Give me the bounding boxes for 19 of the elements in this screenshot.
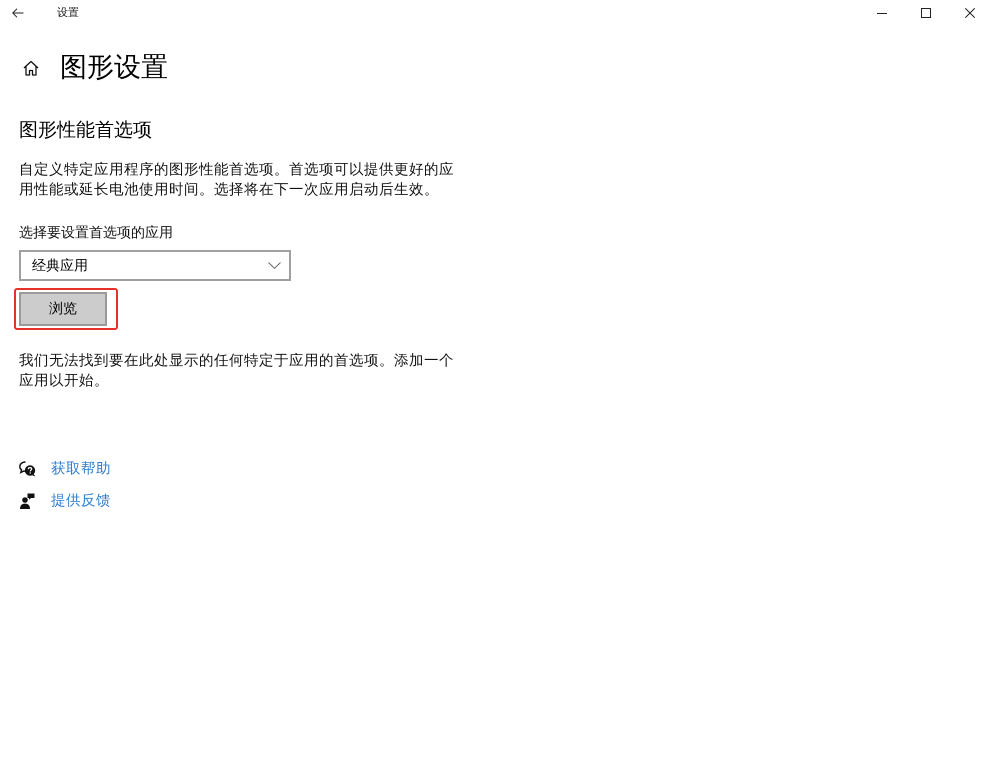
dropdown-value: 经典应用 [32, 256, 88, 274]
maximize-icon [921, 8, 931, 18]
close-icon [965, 8, 975, 18]
feedback-person-icon [19, 493, 36, 509]
chevron-down-icon [268, 262, 281, 269]
help-chat-icon [19, 461, 36, 477]
section-heading: 图形性能首选项 [19, 118, 152, 143]
browse-button[interactable]: 浏览 [19, 292, 107, 326]
minimize-icon [877, 12, 887, 14]
link[interactable]: 获取帮助 [51, 459, 111, 479]
link[interactable]: 提供反馈 [51, 491, 111, 511]
window-title: 设置 [57, 6, 79, 20]
empty-message: 我们无法找到要在此处显示的任何特定于应用的首选项。添加一个应用以开始。 [19, 351, 455, 391]
description-text: 自定义特定应用程序的图形性能首选项。首选项可以提供更好的应用性能或延长电池使用时间。选择将在下一次应用启动后生效。 [19, 160, 455, 200]
select-label: 选择要设置首选项的应用 [19, 224, 173, 243]
back-arrow-icon [12, 8, 24, 18]
home-icon[interactable] [23, 60, 39, 76]
app-type-dropdown[interactable]: 经典应用 [19, 250, 291, 281]
page-title: 图形设置 [60, 51, 168, 85]
